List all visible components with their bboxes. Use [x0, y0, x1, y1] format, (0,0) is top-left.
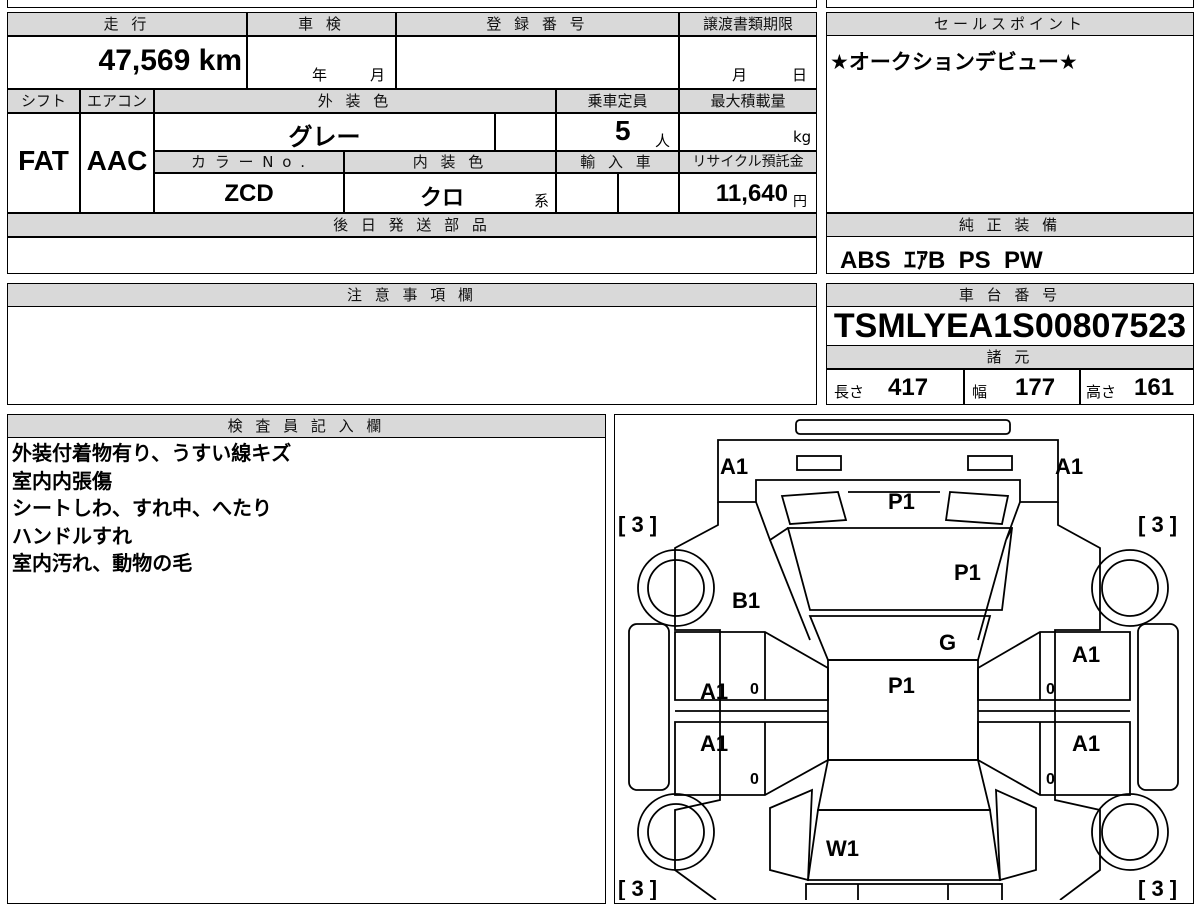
equipment-header: 純 正 装 備: [826, 213, 1194, 237]
recycle-unit: 円: [793, 194, 807, 210]
shift-header: シフト: [7, 89, 80, 113]
exterior-color-extra-cell: [495, 113, 556, 151]
interior-color-header: 内 装 色: [344, 151, 556, 173]
import-cell-b: [618, 173, 679, 213]
top-strip: [7, 0, 817, 8]
specs-height-value: 161: [1134, 374, 1175, 401]
notes-header: 注 意 事 項 欄: [7, 283, 817, 307]
specs-length-label: 長さ: [834, 383, 865, 401]
ac-header: エアコン: [80, 89, 154, 113]
recycle-value: 11,640: [715, 180, 788, 207]
transfer-day: 日: [792, 66, 808, 84]
capacity-header: 乗車定員: [556, 89, 679, 113]
chassis-header: 車 台 番 号: [826, 283, 1194, 307]
interior-color-value: クロ: [420, 185, 465, 210]
inspection-month: 月: [370, 66, 386, 84]
mileage-value: 47,569 km: [98, 44, 242, 77]
inspector-line: 室内汚れ、動物の毛: [12, 551, 193, 575]
specs-length-value: 417: [888, 374, 929, 401]
shift-value: FAT: [18, 145, 69, 176]
specs-height-label: 高さ: [1086, 383, 1117, 401]
ac-value: AAC: [86, 145, 148, 176]
later-parts-header: 後 日 発 送 部 品: [7, 213, 817, 237]
inspection-header: 車 検: [247, 12, 396, 36]
sales-point-header: セールスポイント: [826, 12, 1194, 36]
registration-header: 登 録 番 号: [396, 12, 679, 36]
capacity-value: 5: [615, 115, 631, 146]
equipment-text: ABS ｴｱB PS PW: [840, 247, 1043, 274]
inspector-line: 外装付着物有り、うすい線キズ: [12, 441, 292, 465]
inspection-year: 年: [312, 66, 328, 84]
recycle-header: リサイクル預託金: [679, 151, 817, 173]
specs-header: 諸 元: [826, 345, 1194, 369]
inspector-line: 室内内張傷: [12, 468, 112, 493]
inspector-notes: 外装付着物有り、うすい線キズ 室内内張傷 シートしわ、すれ中、へたり ハンドルす…: [12, 440, 291, 578]
color-no-header: カ ラ ー N o .: [154, 151, 344, 173]
chassis-value: TSMLYEA1S00807523: [833, 307, 1187, 345]
sales-point-box: [826, 12, 1194, 213]
transfer-month: 月: [732, 66, 748, 84]
inspector-line: シートしわ、すれ中、へたり: [12, 496, 272, 520]
sales-point-text: ★オークションデビュー★: [830, 50, 1078, 74]
interior-color-suffix: 系: [534, 192, 550, 210]
exterior-color-value: グレー: [288, 124, 361, 151]
capacity-unit: 人: [655, 132, 671, 150]
import-header: 輸 入 車: [556, 151, 679, 173]
max-load-unit: kg: [793, 128, 812, 146]
specs-width-value: 177: [1015, 374, 1056, 401]
import-cell-a: [556, 173, 618, 213]
car-diagram-box: [614, 414, 1194, 904]
registration-cell: [396, 36, 679, 89]
mileage-header: 走 行: [7, 12, 247, 36]
inspector-header: 検 査 員 記 入 欄: [7, 414, 606, 438]
max-load-header: 最大積載量: [679, 89, 817, 113]
inspector-line: ハンドルすれ: [12, 523, 132, 548]
later-parts-body: [7, 237, 817, 274]
color-no-value: ZCD: [224, 180, 274, 207]
specs-width-label: 幅: [972, 383, 988, 401]
top-strip-right: [826, 0, 1194, 8]
transfer-deadline-header: 譲渡書類期限: [679, 12, 817, 36]
exterior-color-header: 外 装 色: [154, 89, 556, 113]
